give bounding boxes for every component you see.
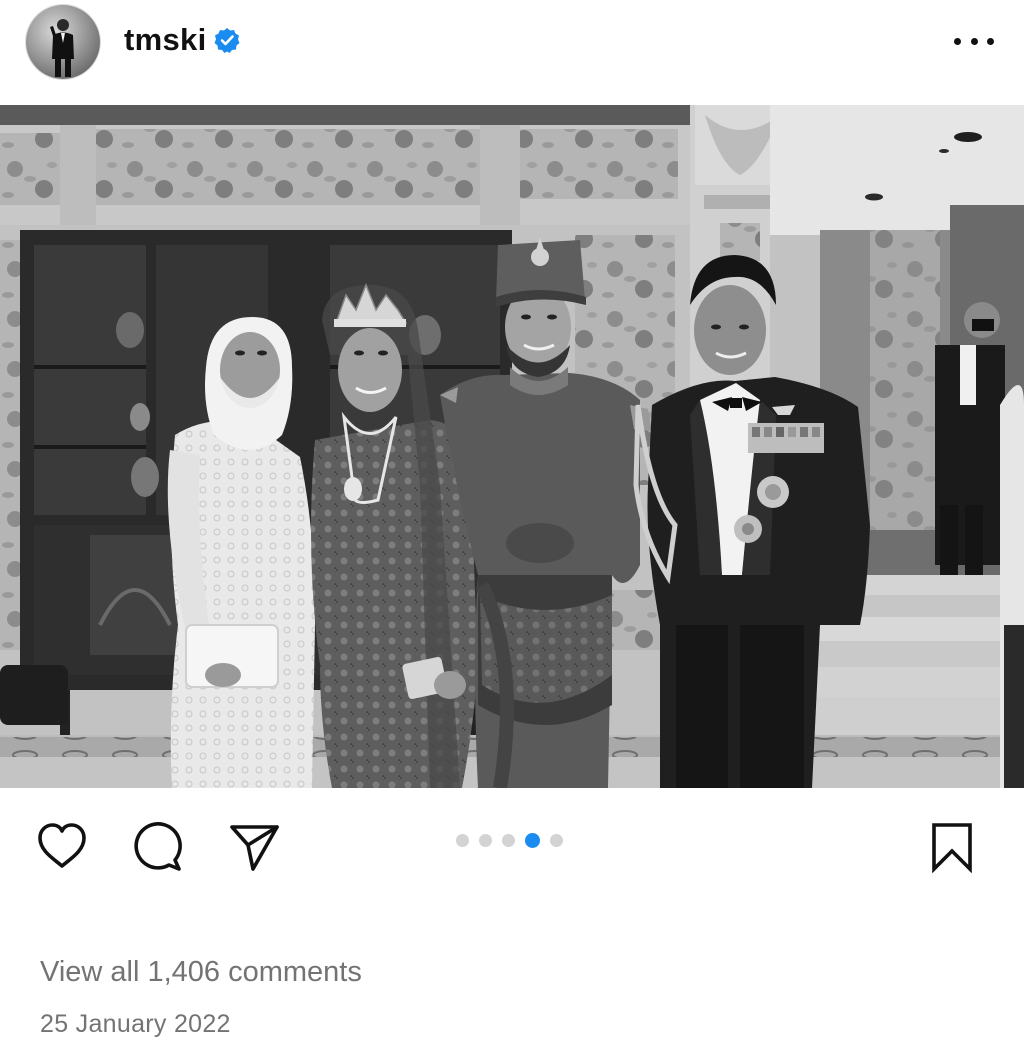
comment-button[interactable] [130, 819, 186, 875]
heart-icon [38, 823, 86, 868]
post-header: tmski [0, 0, 1024, 105]
carousel-dot [550, 834, 563, 847]
carousel-dot [456, 834, 469, 847]
comment-bubble-icon [134, 822, 182, 871]
more-dot [970, 37, 978, 45]
avatar-figure-icon [50, 19, 74, 77]
username[interactable]: tmski [124, 22, 206, 58]
more-dot [954, 37, 961, 45]
post-date: 25 January 2022 [40, 1010, 231, 1038]
carousel-indicator [456, 833, 563, 848]
save-button[interactable] [924, 819, 980, 875]
instagram-post: tmski View all 1,406 comments 25 January… [0, 0, 1024, 1051]
bookmark-icon [932, 823, 972, 874]
avatar[interactable] [26, 5, 100, 79]
carousel-dot [479, 834, 492, 847]
carousel-dot-active [525, 833, 540, 848]
username-row: tmski [124, 22, 240, 58]
verified-badge-icon [214, 28, 240, 53]
post-photo[interactable] [0, 105, 1024, 788]
more-dot [987, 37, 994, 45]
carousel-dot [502, 834, 515, 847]
view-all-comments-link[interactable]: View all 1,406 comments [40, 956, 362, 989]
like-button[interactable] [34, 819, 90, 875]
share-button[interactable] [226, 819, 282, 875]
post-actions [0, 805, 1024, 885]
more-options-button[interactable] [954, 26, 994, 56]
paper-plane-icon [230, 825, 279, 871]
photo-illustration [0, 105, 1024, 788]
